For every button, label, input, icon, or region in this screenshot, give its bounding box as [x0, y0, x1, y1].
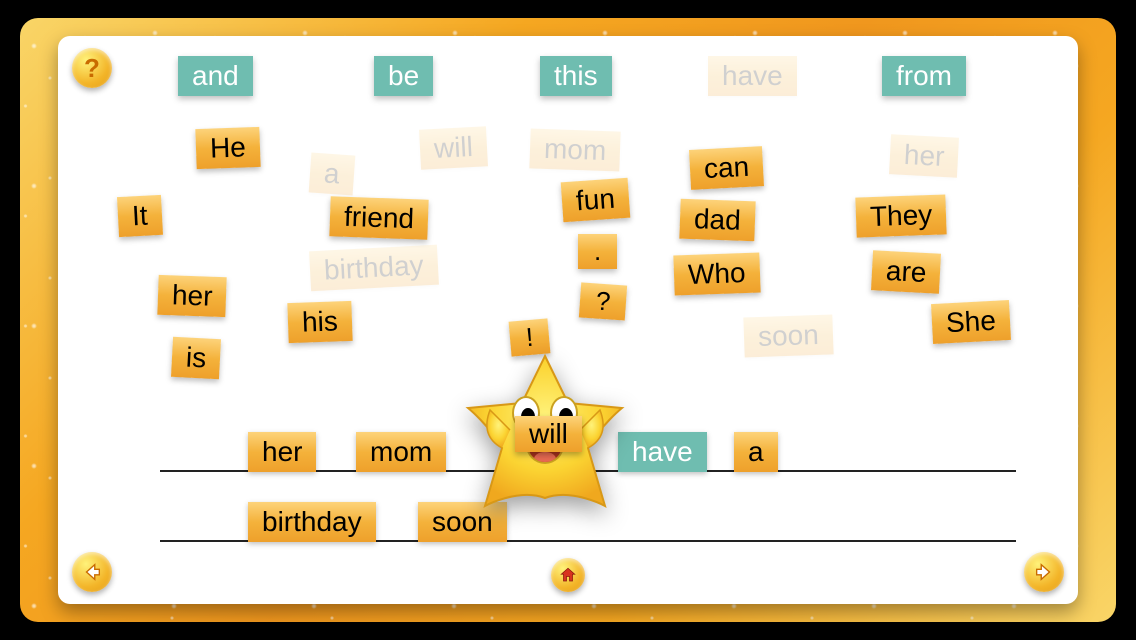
word-tile-his-16[interactable]: his	[287, 301, 352, 343]
sentence-tile-mom-1[interactable]: mom	[356, 432, 446, 472]
game-frame: ? andbethishavefrom HeawillmomcanherItfr…	[20, 18, 1116, 622]
word-tile-will-2[interactable]: will	[419, 126, 488, 169]
sentence-tile-her-0[interactable]: her	[248, 432, 316, 472]
prev-button[interactable]	[72, 552, 112, 592]
word-tile-birthday-11[interactable]: birthday	[309, 245, 439, 292]
word-tile-a-1[interactable]: a	[309, 153, 355, 196]
word-tile-fun-8[interactable]: fun	[561, 178, 631, 223]
word-tile-her-15[interactable]: her	[157, 275, 227, 317]
help-icon: ?	[84, 53, 100, 84]
word-tile-can-4[interactable]: can	[689, 146, 764, 190]
home-icon	[559, 566, 577, 584]
word-tile-soon-18[interactable]: soon	[743, 314, 833, 357]
word-tile-She-19[interactable]: She	[931, 300, 1011, 344]
word-tile-Who-13[interactable]: Who	[673, 253, 760, 296]
target-word-tile-this[interactable]: this	[540, 56, 612, 96]
word-tile-punct-17[interactable]: ?	[579, 282, 628, 320]
whiteboard	[58, 36, 1078, 604]
next-button[interactable]	[1024, 552, 1064, 592]
word-tile-It-6[interactable]: It	[117, 195, 163, 237]
word-tile-He-0[interactable]: He	[195, 127, 260, 169]
word-tile-mom-3[interactable]: mom	[529, 128, 621, 171]
help-button[interactable]: ?	[72, 48, 112, 88]
target-word-tile-and[interactable]: and	[178, 56, 253, 96]
prev-arrow-icon	[81, 561, 103, 583]
word-tile-dad-9[interactable]: dad	[679, 199, 755, 242]
sentence-tile-birthday-4[interactable]: birthday	[248, 502, 376, 542]
target-word-tile-have[interactable]: have	[708, 56, 797, 96]
target-word-tile-from[interactable]: from	[882, 56, 966, 96]
target-word-tile-be[interactable]: be	[374, 56, 433, 96]
word-tile-friend-7[interactable]: friend	[329, 196, 428, 239]
sentence-tile-a-3[interactable]: a	[734, 432, 778, 472]
home-button[interactable]	[551, 558, 585, 592]
word-tile-is-20[interactable]: is	[171, 337, 221, 379]
word-tile-They-10[interactable]: They	[855, 194, 947, 237]
next-arrow-icon	[1033, 561, 1055, 583]
word-tile-are-14[interactable]: are	[871, 250, 941, 294]
word-tile-her-5[interactable]: her	[889, 134, 959, 178]
sentence-tile-have-2[interactable]: have	[618, 432, 707, 472]
word-tile-punct-12[interactable]: .	[578, 234, 617, 269]
held-word-tile[interactable]: will	[515, 416, 582, 452]
